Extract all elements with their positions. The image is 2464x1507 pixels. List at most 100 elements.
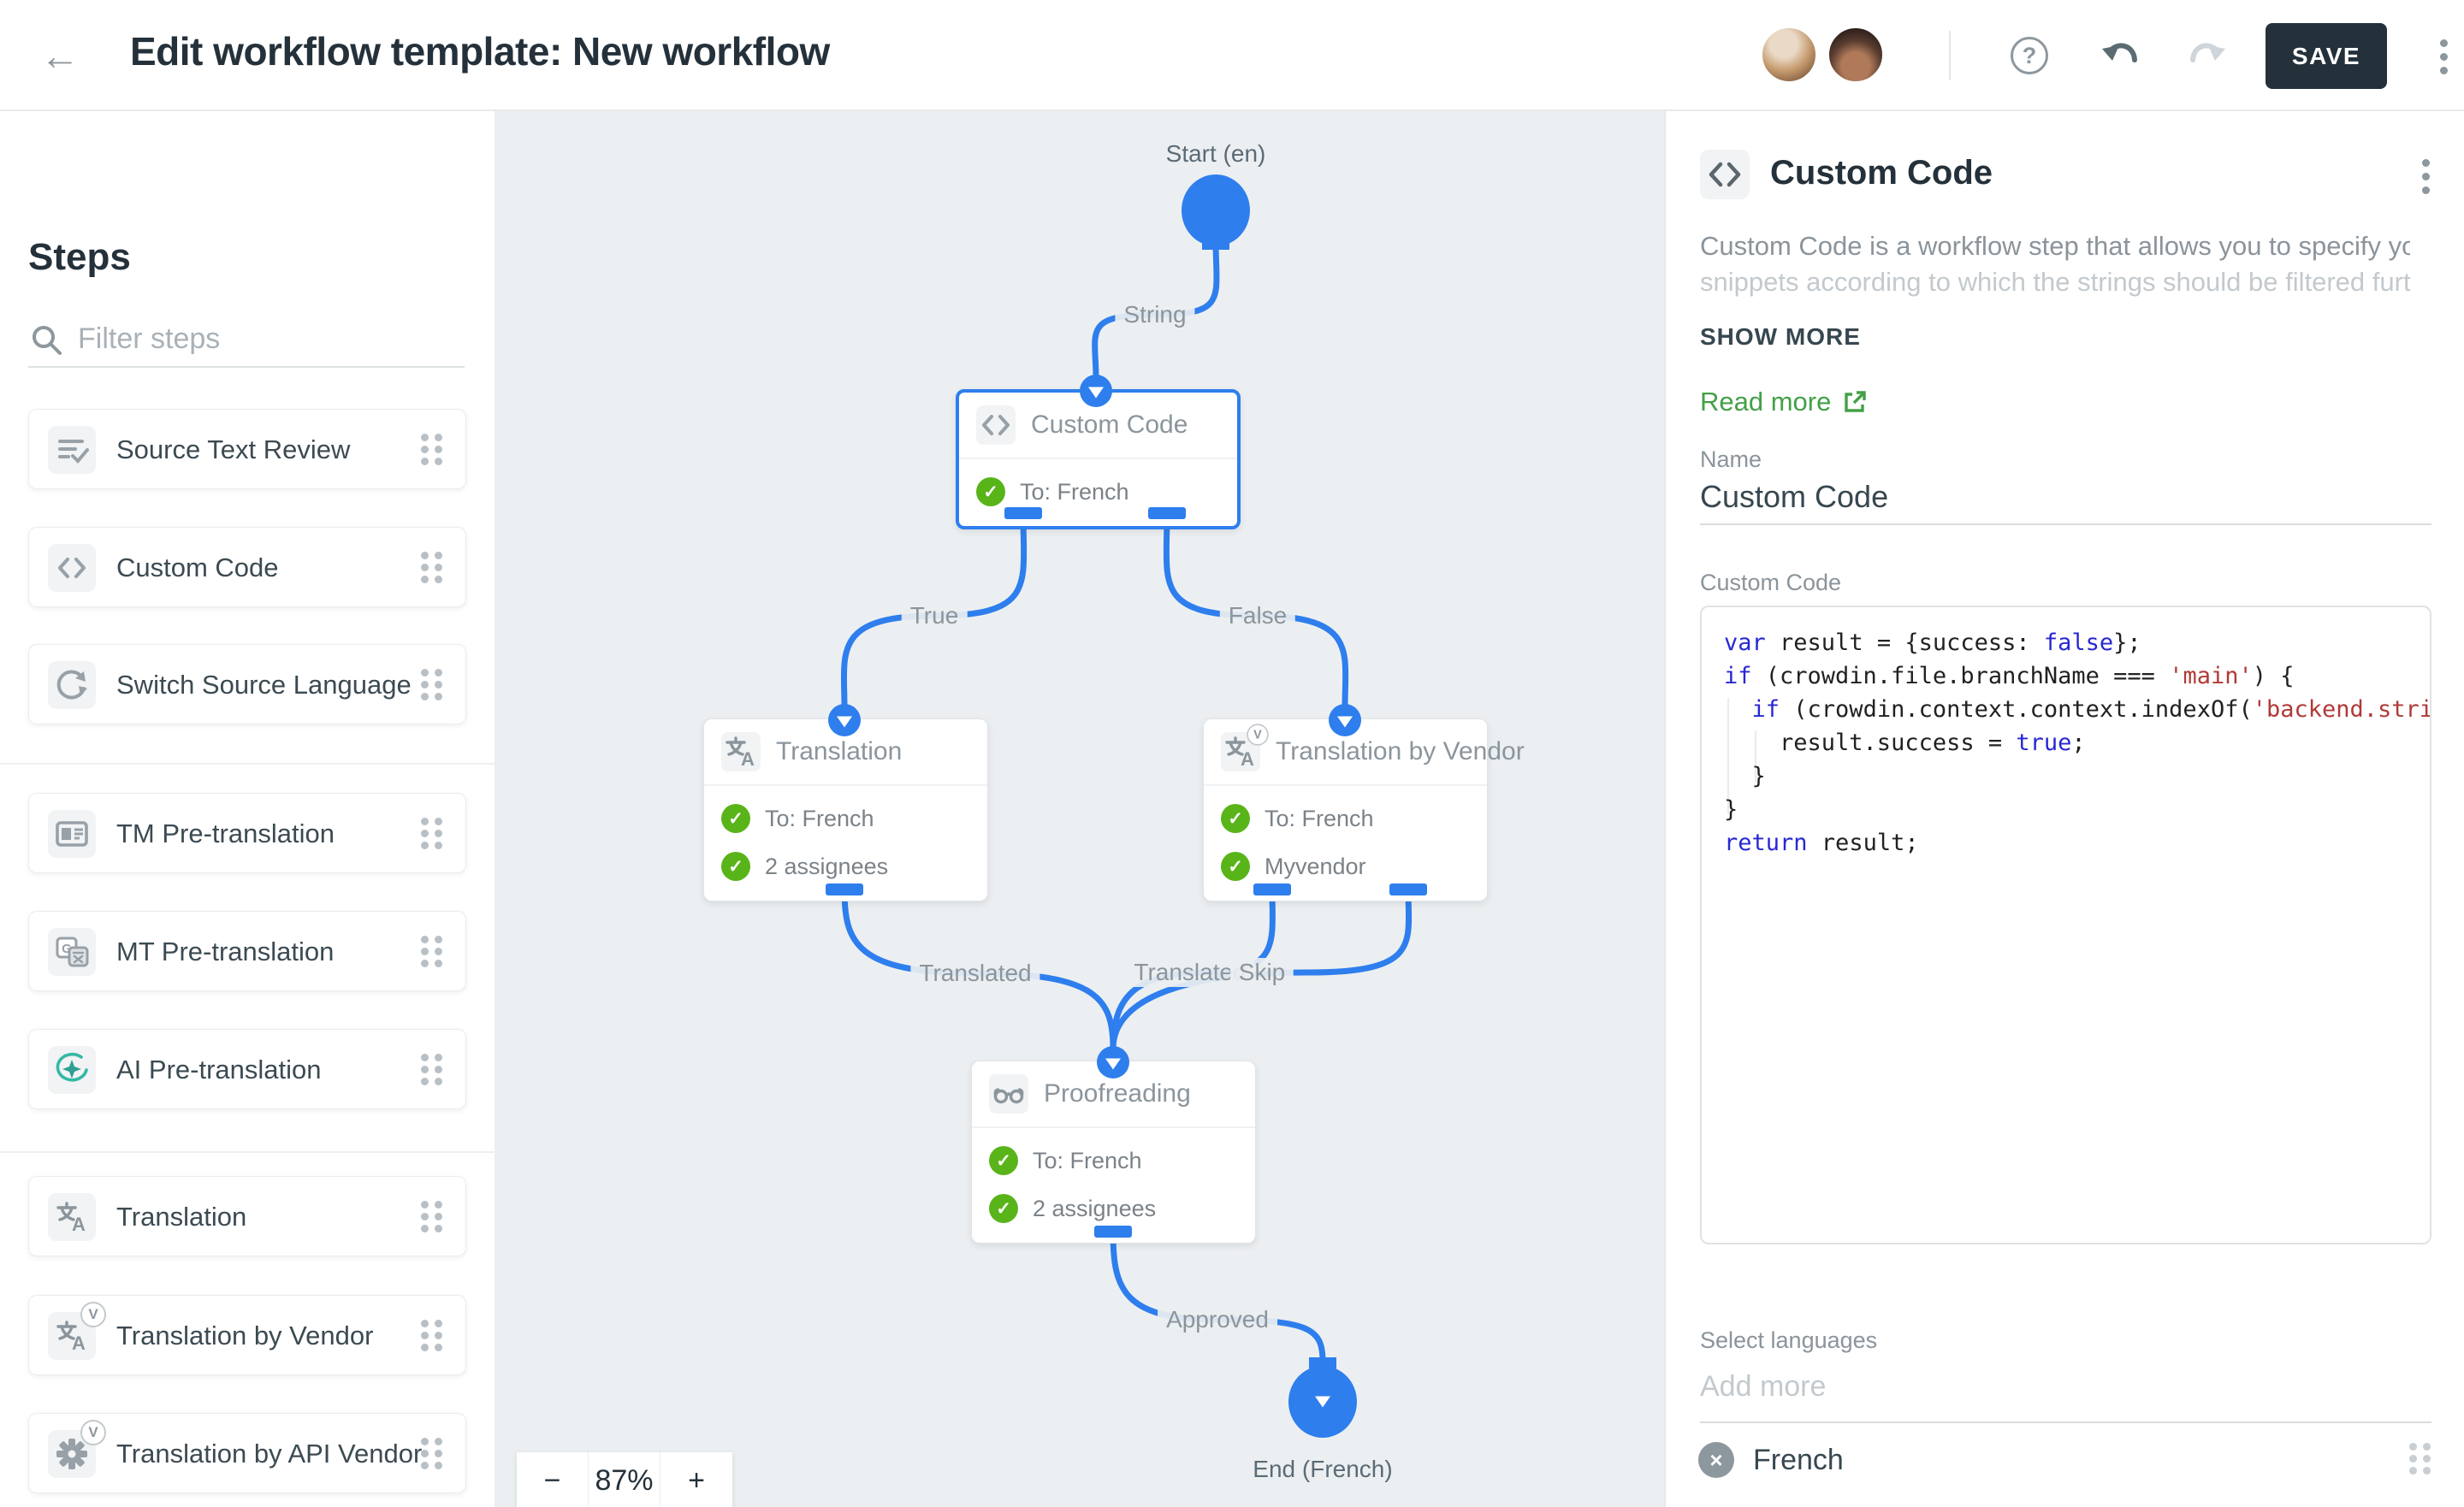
edge-approved xyxy=(1113,1233,1323,1362)
workflow-node-proofreading[interactable]: Proofreading✓To: French✓2 assignees xyxy=(971,1061,1256,1244)
step-label: Custom Code xyxy=(116,528,279,608)
redo-icon[interactable] xyxy=(2187,34,2231,79)
back-button[interactable]: ← xyxy=(33,28,87,83)
node-output-port[interactable] xyxy=(1148,507,1186,519)
sidebar-step-custom-code[interactable]: Custom Code xyxy=(28,527,466,607)
code-line: return result; xyxy=(1724,826,2430,860)
code-icon xyxy=(48,544,96,592)
sidebar-step-source-text-review[interactable]: Source Text Review xyxy=(28,409,466,489)
drag-handle-icon[interactable] xyxy=(418,431,447,470)
sidebar-step-translation-by-api-vendor[interactable]: V Translation by API Vendor xyxy=(28,1413,466,1493)
node-config-text: To: French xyxy=(1020,479,1129,505)
sidebar-step-translation[interactable]: ATranslation xyxy=(28,1176,466,1256)
drag-handle-icon[interactable] xyxy=(418,666,447,706)
drag-handle-icon[interactable] xyxy=(418,933,447,972)
zoom-level: 87% xyxy=(589,1452,660,1507)
collaborator-avatar[interactable] xyxy=(1761,27,1817,83)
edge-label-false: False xyxy=(1220,601,1295,630)
translate-icon: A xyxy=(721,732,761,771)
tm-pretranslation-icon xyxy=(48,810,96,858)
check-icon: ✓ xyxy=(989,1146,1018,1175)
page-title: Edit workflow template: New workflow xyxy=(130,28,830,74)
sidebar-step-translation-by-vendor[interactable]: AVTranslation by Vendor xyxy=(28,1295,466,1375)
vendor-badge: V xyxy=(80,1420,106,1445)
node-rows: ✓ To: French ✓Myvendor xyxy=(1204,784,1487,901)
name-input[interactable] xyxy=(1700,479,2431,515)
read-more-label: Read more xyxy=(1700,387,1831,417)
node-config-row: ✓Myvendor xyxy=(1204,842,1487,890)
edge-arrow-icon xyxy=(828,704,861,736)
sidebar-step-ai-pre-translation[interactable]: AI Pre-translation xyxy=(28,1029,466,1109)
code-icon xyxy=(976,405,1016,445)
check-icon: ✓ xyxy=(976,477,1005,506)
workflow-node-translation-by-vendor[interactable]: AVTranslation by Vendor✓To: French✓Myven… xyxy=(1203,718,1488,901)
save-button[interactable]: SAVE xyxy=(2266,23,2387,89)
code-line: if (crowdin.file.branchName === 'main') … xyxy=(1724,659,2430,693)
check-icon: ✓ xyxy=(989,1194,1018,1223)
node-output-port[interactable] xyxy=(826,884,863,895)
drag-handle-icon[interactable] xyxy=(2406,1440,2435,1480)
remove-language-icon[interactable]: × xyxy=(1698,1442,1734,1478)
zoom-controls: − 87% + xyxy=(517,1452,732,1507)
step-label: Source Text Review xyxy=(116,410,350,490)
header-more-menu-icon[interactable] xyxy=(2428,33,2459,80)
sidebar-step-switch-source-language[interactable]: Switch Source Language xyxy=(28,644,466,724)
search-icon xyxy=(30,323,64,358)
svg-text:A: A xyxy=(72,1333,86,1354)
panel-more-menu-icon[interactable] xyxy=(2411,152,2440,200)
workflow-canvas[interactable]: Start (en) End (French) Custom Code✓To: … xyxy=(496,111,1664,1507)
select-languages-label: Select languages xyxy=(1700,1327,1877,1354)
zoom-in-button[interactable]: + xyxy=(660,1452,732,1507)
drag-handle-icon[interactable] xyxy=(418,549,447,588)
name-input-underline xyxy=(1700,523,2431,525)
check-icon: ✓ xyxy=(721,852,750,881)
workflow-node-custom-code[interactable]: Custom Code✓To: French xyxy=(956,389,1241,529)
undo-icon[interactable] xyxy=(2096,34,2141,79)
node-output-port[interactable] xyxy=(1004,507,1042,519)
collaborator-avatar[interactable] xyxy=(1827,27,1884,83)
node-config-text: To: French xyxy=(1033,1148,1142,1174)
node-config-row: ✓To: French xyxy=(704,795,987,842)
step-label: Switch Source Language xyxy=(116,645,412,725)
add-language-input[interactable] xyxy=(1700,1370,2431,1404)
svg-text:A: A xyxy=(1241,748,1254,770)
step-label: AI Pre-translation xyxy=(116,1030,322,1110)
sidebar-step-tm-pre-translation[interactable]: TM Pre-translation xyxy=(28,793,466,873)
switch-language-icon xyxy=(48,661,96,709)
drag-handle-icon[interactable] xyxy=(418,1198,447,1238)
node-output-port[interactable] xyxy=(1094,1226,1132,1238)
node-rows: ✓ To: French xyxy=(959,458,1237,526)
edge-arrow-icon xyxy=(1080,375,1112,407)
end-node[interactable] xyxy=(1288,1366,1357,1438)
start-node[interactable] xyxy=(1182,174,1250,246)
help-icon[interactable]: ? xyxy=(2011,37,2048,74)
read-more-link[interactable]: Read more xyxy=(1700,387,1869,417)
step-description-line1: Custom Code is a workflow step that allo… xyxy=(1700,231,2410,262)
drag-handle-icon[interactable] xyxy=(418,1435,447,1474)
node-config-text: 2 assignees xyxy=(1033,1196,1156,1222)
vendor-badge: V xyxy=(1247,724,1269,746)
node-config-text: To: French xyxy=(1265,806,1374,832)
zoom-out-button[interactable]: − xyxy=(517,1452,589,1507)
node-config-row: ✓ To: French xyxy=(959,468,1237,516)
drag-handle-icon[interactable] xyxy=(418,1317,447,1356)
node-output-port[interactable] xyxy=(1389,884,1427,895)
steps-sidebar: Steps Source Text ReviewCustom CodeSwitc… xyxy=(0,111,496,1507)
filter-steps-input[interactable] xyxy=(78,318,454,359)
edge-label-string: String xyxy=(1115,300,1194,329)
sidebar-step-mt-pre-translation[interactable]: GMT Pre-translation xyxy=(28,911,466,991)
step-label: Translation by API Vendor xyxy=(116,1414,422,1494)
node-output-port[interactable] xyxy=(1253,884,1291,895)
node-title: Translation xyxy=(776,737,902,766)
drag-handle-icon[interactable] xyxy=(418,815,447,854)
ai-pretranslation-icon xyxy=(48,1046,96,1094)
start-node-label: Start (en) xyxy=(1166,140,1266,168)
workflow-edges xyxy=(496,111,1664,1507)
translate-icon: AV xyxy=(1221,732,1260,771)
drag-handle-icon[interactable] xyxy=(418,1051,447,1090)
workflow-node-translation[interactable]: ATranslation✓To: French✓2 assignees xyxy=(703,718,988,901)
code-content: var result = {success: false};if (crowdi… xyxy=(1724,626,2430,860)
check-icon: ✓ xyxy=(1221,852,1250,881)
custom-code-editor[interactable]: var result = {success: false};if (crowdi… xyxy=(1700,606,2431,1244)
show-more-button[interactable]: SHOW MORE xyxy=(1700,323,1861,351)
